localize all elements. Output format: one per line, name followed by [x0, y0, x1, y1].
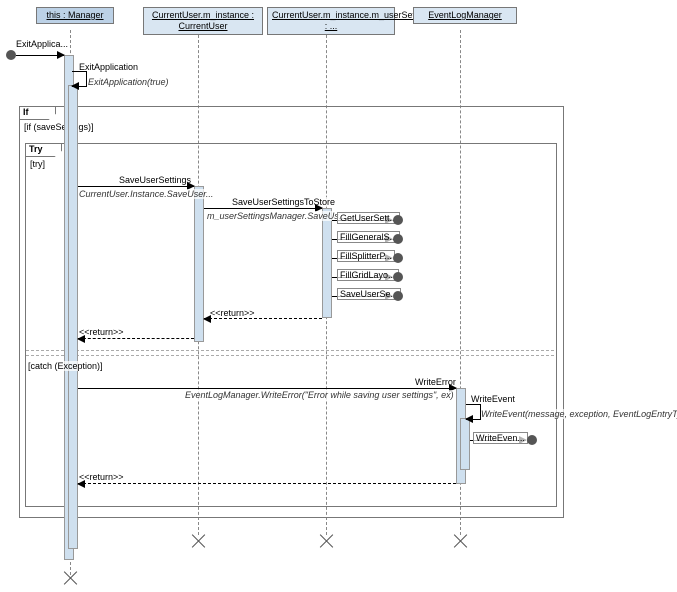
message-label: FillGridLayo... — [337, 269, 399, 281]
message-return — [78, 338, 194, 340]
frame-guard-catch: [catch (Exception)] — [28, 361, 103, 371]
message-label: <<return>> — [210, 308, 255, 318]
found-message-dot — [6, 50, 16, 60]
message-label: <<return>> — [79, 472, 124, 482]
lifeline-head-eventlogmanager[interactable]: EventLogManager — [413, 7, 517, 24]
message-label: WriteEven... — [473, 432, 528, 444]
lost-dot — [393, 215, 403, 225]
lost-dot — [393, 234, 403, 244]
message-call: m_userSettingsManager.SaveUs... — [207, 211, 346, 221]
frame-tag-if: If — [19, 106, 56, 120]
frame-guard-if: [if (saveSettings)] — [24, 122, 94, 132]
lost-dot — [527, 435, 537, 445]
lost-dot — [393, 253, 403, 263]
self-message-exitapplication — [72, 71, 87, 87]
activation — [460, 418, 470, 470]
message-label: WriteEvent — [471, 394, 515, 404]
message-call: WriteEvent(message, exception, EventLogE… — [481, 409, 677, 419]
message-label: <<return>> — [79, 327, 124, 337]
message-label: GetUserSett... — [337, 212, 400, 224]
message-exitapplication-found — [16, 55, 64, 56]
frame-tag-try: Try — [25, 143, 62, 157]
message-label: SaveUserSe... — [337, 288, 401, 300]
lifeline-head-usersettingsmanager[interactable]: CurrentUser.m_instance.m_userSettingsMan… — [267, 7, 395, 35]
self-message-writeevent — [466, 404, 481, 420]
message-saveusersettings — [78, 186, 194, 187]
lifeline-head-currentuser[interactable]: CurrentUser.m_instance : CurrentUser — [143, 7, 263, 35]
message-return — [204, 318, 322, 320]
frame-guard-try: [try] — [30, 159, 45, 169]
message-label: ExitApplica... — [16, 39, 68, 49]
activation — [322, 208, 332, 318]
lost-dot — [393, 291, 403, 301]
message-writeerror — [78, 388, 456, 389]
message-savetostore — [204, 208, 322, 209]
message-call: EventLogManager.WriteError("Error while … — [185, 390, 454, 400]
message-label: FillGeneralS... — [337, 231, 400, 243]
message-call: ExitApplication(true) — [88, 77, 169, 87]
message-return — [78, 483, 456, 485]
message-label: ExitApplication — [79, 62, 138, 72]
message-label: FillSplitterP... — [337, 250, 395, 262]
lost-dot — [393, 272, 403, 282]
message-call: CurrentUser.Instance.SaveUser... — [79, 189, 213, 199]
message-label: SaveUserSettings — [119, 175, 191, 185]
lifeline-head-manager[interactable]: this : Manager — [36, 7, 114, 24]
